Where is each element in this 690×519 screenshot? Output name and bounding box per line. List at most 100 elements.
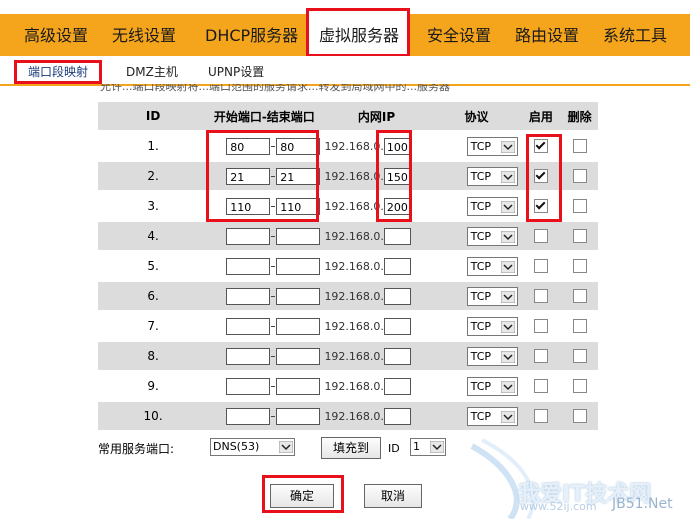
protocol-select[interactable]: TCP	[466, 196, 518, 216]
range-dash	[271, 265, 276, 267]
enable-checkbox[interactable]	[533, 409, 548, 424]
ok-button[interactable]: 确定	[270, 484, 334, 508]
protocol-cell: TCP	[433, 252, 521, 280]
tab-dmz-host[interactable]: DMZ主机	[126, 60, 178, 84]
ip-last-octet-input[interactable]	[383, 287, 411, 305]
end-port-input[interactable]	[276, 257, 321, 275]
start-port-input[interactable]	[226, 317, 271, 335]
chevron-down-icon	[500, 170, 515, 183]
start-port-input[interactable]	[226, 377, 271, 395]
fill-to-button[interactable]: 填充到	[321, 437, 381, 459]
cancel-button[interactable]: 取消	[364, 484, 422, 508]
delete-checkbox[interactable]	[572, 199, 587, 214]
enable-checkbox[interactable]	[533, 139, 548, 154]
delete-checkbox[interactable]	[572, 139, 587, 154]
end-port-input[interactable]	[276, 347, 321, 365]
table-row: 3. 110 110 192.168.0. 200 TCP	[98, 192, 598, 220]
port-range-cell	[208, 282, 321, 310]
ip-prefix: 192.168.0.	[324, 289, 384, 303]
enable-cell	[520, 402, 562, 430]
enable-checkbox[interactable]	[533, 169, 548, 184]
end-port-input[interactable]: 80	[276, 137, 321, 155]
enable-checkbox[interactable]	[533, 379, 548, 394]
protocol-value: TCP	[470, 139, 492, 153]
protocol-select[interactable]: TCP	[466, 256, 518, 276]
ip-last-octet-input[interactable]	[383, 257, 411, 275]
delete-checkbox[interactable]	[572, 379, 587, 394]
protocol-select[interactable]: TCP	[466, 406, 518, 426]
delete-checkbox[interactable]	[572, 289, 587, 304]
protocol-select[interactable]: TCP	[466, 166, 518, 186]
enable-cell	[520, 132, 561, 160]
nav-virtual-server[interactable]: 虚拟服务器	[319, 14, 399, 56]
tab-port-range-mapping[interactable]: 端口段映射	[14, 60, 102, 84]
delete-cell	[561, 192, 598, 220]
ip-prefix: 192.168.0.	[324, 409, 384, 423]
end-port-input[interactable]: 110	[276, 197, 321, 215]
start-port-input[interactable]	[226, 227, 271, 245]
enable-checkbox[interactable]	[533, 199, 548, 214]
start-port-input[interactable]: 21	[226, 167, 271, 185]
nav-security-settings[interactable]: 安全设置	[427, 14, 491, 56]
nav-wireless-settings[interactable]: 无线设置	[112, 14, 176, 56]
ip-last-octet-input[interactable]: 150	[383, 167, 411, 185]
delete-checkbox[interactable]	[572, 319, 587, 334]
ip-last-octet-input[interactable]	[383, 407, 411, 425]
ip-last-octet-input[interactable]	[383, 317, 411, 335]
end-port-input[interactable]	[276, 407, 321, 425]
nav-routing-settings[interactable]: 路由设置	[515, 14, 579, 56]
header-enable: 启用	[520, 102, 562, 130]
end-port-input[interactable]	[276, 227, 321, 245]
common-service-select[interactable]: DNS(53)	[210, 438, 295, 456]
protocol-value: TCP	[470, 319, 492, 333]
nav-advanced-settings[interactable]: 高级设置	[24, 14, 88, 56]
ip-last-octet-input[interactable]	[383, 227, 411, 245]
ip-last-octet-input[interactable]	[383, 377, 411, 395]
protocol-select[interactable]: TCP	[466, 316, 518, 336]
ip-prefix: 192.168.0.	[324, 349, 384, 363]
ip-last-octet-input[interactable]	[383, 347, 411, 365]
nav-system-tools[interactable]: 系统工具	[603, 14, 667, 56]
enable-checkbox[interactable]	[533, 289, 548, 304]
delete-cell	[561, 312, 598, 340]
enable-checkbox[interactable]	[533, 319, 548, 334]
end-port-input[interactable]	[276, 377, 321, 395]
enable-checkbox[interactable]	[533, 229, 548, 244]
enable-checkbox[interactable]	[533, 259, 548, 274]
delete-checkbox[interactable]	[572, 259, 587, 274]
delete-checkbox[interactable]	[572, 409, 587, 424]
start-port-input[interactable]	[226, 407, 271, 425]
protocol-select[interactable]: TCP	[466, 346, 518, 366]
delete-checkbox[interactable]	[572, 349, 587, 364]
lan-ip-cell: 192.168.0.	[320, 312, 432, 340]
id-select[interactable]: 1	[410, 438, 446, 456]
lan-ip-cell: 192.168.0. 150	[320, 162, 433, 190]
header-lan-ip: 内网IP	[320, 102, 433, 130]
start-port-input[interactable]	[226, 347, 271, 365]
protocol-select[interactable]: TCP	[466, 136, 518, 156]
id-label: ID	[388, 442, 400, 455]
protocol-value: TCP	[470, 199, 492, 213]
delete-checkbox[interactable]	[572, 169, 587, 184]
protocol-cell: TCP	[432, 342, 521, 370]
enable-checkbox[interactable]	[533, 349, 548, 364]
ip-last-octet-input[interactable]: 200	[383, 197, 411, 215]
start-port-input[interactable]	[226, 257, 271, 275]
delete-checkbox[interactable]	[572, 229, 587, 244]
top-nav: 高级设置 无线设置 DHCP服务器 虚拟服务器 安全设置 路由设置 系统工具	[0, 8, 690, 57]
nav-dhcp-server[interactable]: DHCP服务器	[205, 14, 298, 56]
enable-cell	[520, 342, 562, 370]
end-port-input[interactable]	[276, 317, 321, 335]
tab-upnp-settings[interactable]: UPNP设置	[208, 60, 264, 84]
start-port-input[interactable]: 80	[226, 137, 271, 155]
protocol-select[interactable]: TCP	[466, 226, 518, 246]
header-protocol: 协议	[432, 102, 521, 130]
ip-last-octet-input[interactable]: 100	[383, 137, 411, 155]
start-port-input[interactable]: 110	[226, 197, 271, 215]
protocol-select[interactable]: TCP	[466, 376, 518, 396]
start-port-input[interactable]	[226, 287, 271, 305]
protocol-select[interactable]: TCP	[466, 286, 518, 306]
range-dash	[271, 325, 276, 327]
end-port-input[interactable]: 21	[276, 167, 321, 185]
end-port-input[interactable]	[276, 287, 321, 305]
